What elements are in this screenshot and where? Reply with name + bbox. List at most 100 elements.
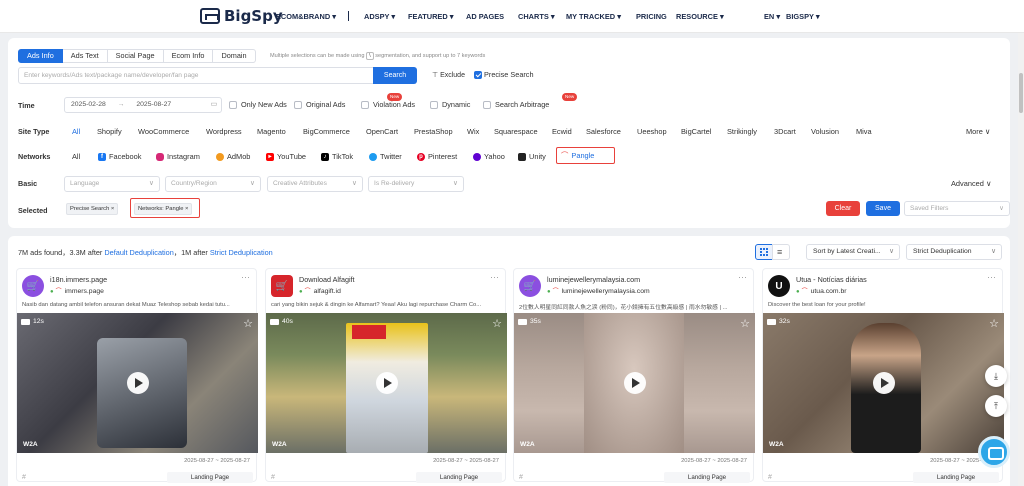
site-type-bigcommerce[interactable]: BigCommerce — [303, 127, 350, 136]
favorite-star-icon[interactable]: ☆ — [492, 317, 502, 330]
site-type-opencart[interactable]: OpenCart — [366, 127, 398, 136]
sort-select[interactable]: Sort by Latest Creati... ∨ — [806, 244, 900, 260]
nav-adspy[interactable]: ADSPY ▾ — [364, 12, 395, 21]
exclude-toggle[interactable]: ⊤ Exclude — [432, 71, 465, 79]
advertiser-domain[interactable]: ● ⌒ immers.page — [50, 286, 104, 295]
more-icon[interactable]: ··· — [738, 272, 747, 282]
download-button[interactable]: ⤓ — [985, 365, 1007, 387]
search-button[interactable]: Search — [373, 67, 417, 84]
network-all[interactable]: All — [72, 152, 80, 161]
site-type-wordpress[interactable]: Wordpress — [206, 127, 242, 136]
tab-domain[interactable]: Domain — [213, 49, 256, 63]
nav-resource[interactable]: RESOURCE ▾ — [676, 12, 724, 21]
bigspy-logo[interactable]: BigSpy — [200, 6, 283, 26]
chip-networks-pangle[interactable]: Networks: Pangle × — [134, 203, 193, 215]
site-type-squarespace[interactable]: Squarespace — [494, 127, 538, 136]
nav-my-tracked[interactable]: MY TRACKED ▾ — [566, 12, 621, 21]
site-type-magento[interactable]: Magento — [257, 127, 286, 136]
nav-featured[interactable]: FEATURED ▾ — [408, 12, 453, 21]
search-input[interactable]: Enter keywords/Ads text/package name/dev… — [18, 67, 374, 84]
search-arbitrage-checkbox[interactable]: Search Arbitrage — [483, 100, 549, 110]
ad-video-thumbnail[interactable]: 32s ☆ W2A — [763, 313, 1004, 453]
grid-view-button[interactable] — [755, 244, 773, 260]
more-icon[interactable]: ··· — [241, 272, 250, 282]
scrollbar-thumb[interactable] — [1019, 73, 1023, 113]
site-type-bigcartel[interactable]: BigCartel — [681, 127, 711, 136]
more-icon[interactable]: ··· — [490, 272, 499, 282]
favorite-star-icon[interactable]: ☆ — [740, 317, 750, 330]
chat-support-button[interactable] — [978, 436, 1010, 468]
site-type-strikingly[interactable]: Strikingly — [727, 127, 757, 136]
strict-dedup-link[interactable]: Strict Deduplication — [210, 248, 273, 257]
advertiser-domain[interactable]: ● ⌒ utua.com.br — [796, 286, 847, 295]
nav-pricing[interactable]: PRICING — [636, 12, 667, 21]
advertiser-name[interactable]: Utua - Notícias diárias — [796, 275, 867, 284]
tab-ads-text[interactable]: Ads Text — [62, 49, 108, 63]
clear-button[interactable]: Clear — [826, 201, 860, 216]
violation-ads-checkbox[interactable]: Violation Ads — [361, 100, 415, 110]
default-dedup-link[interactable]: Default Deduplication — [104, 248, 173, 257]
creative-attributes-select[interactable]: Creative Attributes ∨ — [267, 176, 363, 192]
network-yahoo[interactable]: Yahoo — [473, 152, 505, 161]
advertiser-domain[interactable]: ● ⌒ luminejewellerymalaysia.com — [547, 286, 650, 295]
advertiser-name[interactable]: Download Alfagift — [299, 275, 355, 284]
network-pinterest[interactable]: p Pinterest — [417, 152, 457, 161]
saved-filters-select[interactable]: Saved Filters ∨ — [904, 201, 1010, 216]
landing-page-button[interactable]: Landing Page — [167, 472, 253, 483]
nav-bigspy[interactable]: BIGSPY ▾ — [786, 12, 820, 21]
ad-card[interactable]: 🛒 Download Alfagift ● ⌒ alfagift.id ··· ca… — [265, 268, 507, 483]
network-instagram[interactable]: Instagram — [156, 152, 200, 161]
original-ads-checkbox[interactable]: Original Ads — [294, 100, 345, 110]
advanced-toggle[interactable]: Advanced ∨ — [951, 179, 991, 188]
site-type-prestashop[interactable]: PrestaShop — [414, 127, 453, 136]
nav-charts[interactable]: CHARTS ▾ — [518, 12, 555, 21]
advertiser-name[interactable]: luminejewellerymalaysia.com — [547, 275, 640, 284]
network-twitter[interactable]: Twitter — [369, 152, 402, 161]
ad-video-thumbnail[interactable]: 12s ☆ W2A — [17, 313, 258, 453]
site-type-all[interactable]: All — [72, 127, 80, 136]
network-facebook[interactable]: f Facebook — [98, 152, 141, 161]
advertiser-domain[interactable]: ● ⌒ alfagift.id — [299, 286, 341, 295]
list-view-button[interactable]: ≡ — [772, 244, 790, 260]
favorite-star-icon[interactable]: ☆ — [989, 317, 999, 330]
ad-card[interactable]: U Utua - Notícias diárias ● ⌒ utua.com.br … — [762, 268, 1004, 483]
dedup-select[interactable]: Strict Deduplication ∨ — [906, 244, 1002, 260]
ad-card[interactable]: 🛒 i18n.immers.page ● ⌒ immers.page ··· Nas… — [16, 268, 258, 483]
language-select[interactable]: Language ∨ — [64, 176, 160, 192]
site-type-miva[interactable]: Miva — [856, 127, 872, 136]
play-button[interactable] — [375, 372, 398, 394]
re-delivery-select[interactable]: Is Re-delivery ∨ — [368, 176, 464, 192]
chip-precise-search[interactable]: Precise Search × — [66, 203, 119, 215]
dynamic-checkbox[interactable]: Dynamic — [430, 100, 470, 110]
site-type-woocommerce[interactable]: WooCommerce — [138, 127, 189, 136]
ad-video-thumbnail[interactable]: 35s ☆ W2A — [514, 313, 755, 453]
date-range-picker[interactable]: 2025-02-28 → 2025-08-27 ▭ — [64, 97, 222, 113]
site-type-more[interactable]: More ∨ — [966, 127, 990, 136]
tab-ecom-info[interactable]: Ecom Info — [163, 49, 214, 63]
play-button[interactable] — [623, 372, 646, 394]
play-button[interactable] — [126, 372, 149, 394]
more-icon[interactable]: ··· — [987, 272, 996, 282]
site-type-wix[interactable]: Wix — [467, 127, 479, 136]
advertiser-name[interactable]: i18n.immers.page — [50, 275, 107, 284]
precise-search-checkbox[interactable]: Precise Search — [474, 70, 534, 80]
landing-page-button[interactable]: Landing Page — [664, 472, 750, 483]
nav-ecom-brand[interactable]: ECOM&BRAND ▾ — [276, 12, 336, 21]
tab-social-page[interactable]: Social Page — [107, 49, 164, 63]
country-region-select[interactable]: Country/Region ∨ — [165, 176, 261, 192]
ad-video-thumbnail[interactable]: 40s ☆ W2A — [266, 313, 507, 453]
site-type-volusion[interactable]: Volusion — [811, 127, 839, 136]
site-type-ueeshop[interactable]: Ueeshop — [637, 127, 667, 136]
landing-page-button[interactable]: Landing Page — [913, 472, 999, 483]
network-pangle[interactable]: ⌒ Pangle — [556, 147, 615, 164]
site-type-salesforce[interactable]: Salesforce — [586, 127, 621, 136]
network-admob[interactable]: AdMob — [216, 152, 250, 161]
network-unity[interactable]: Unity — [518, 152, 546, 161]
page-scrollbar[interactable] — [1018, 33, 1024, 486]
favorite-star-icon[interactable]: ☆ — [243, 317, 253, 330]
network-tiktok[interactable]: ♪ TikTok — [321, 152, 353, 161]
site-type-ecwid[interactable]: Ecwid — [552, 127, 572, 136]
nav-ad-pages[interactable]: AD PAGES — [466, 12, 504, 21]
network-youtube[interactable]: ▸ YouTube — [266, 152, 306, 161]
landing-page-button[interactable]: Landing Page — [416, 472, 502, 483]
